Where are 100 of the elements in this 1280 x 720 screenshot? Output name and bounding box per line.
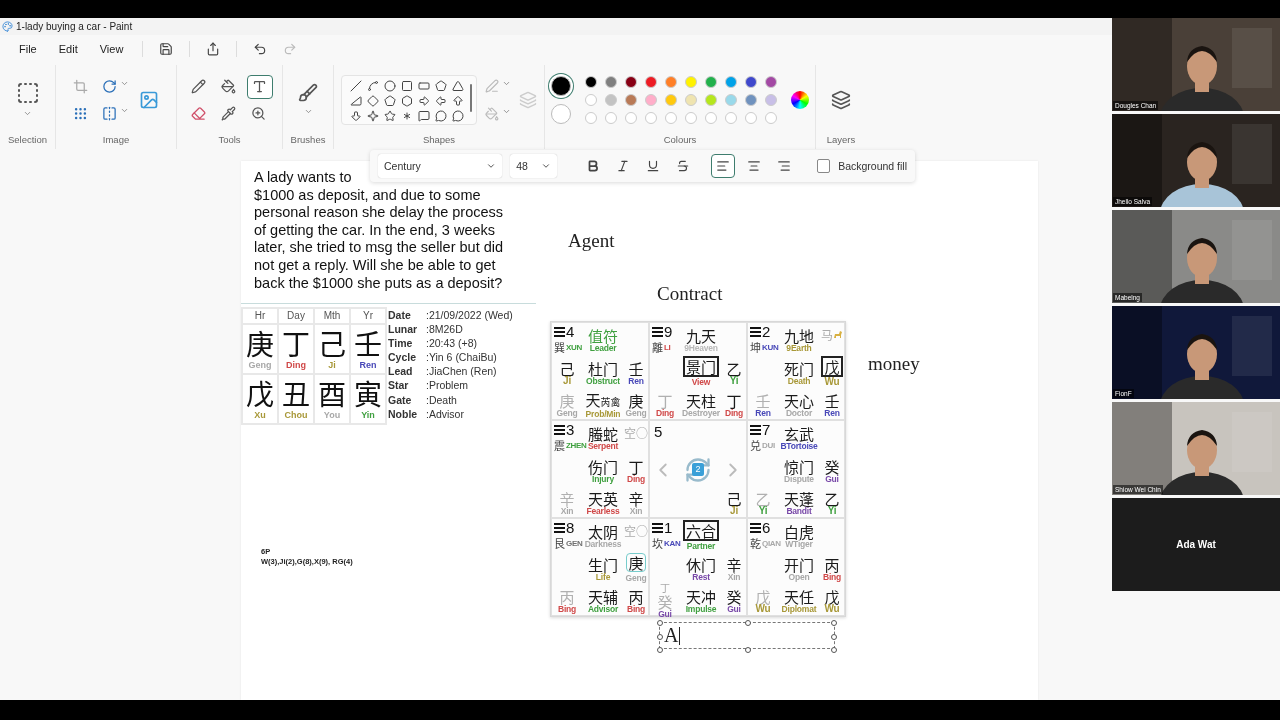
colour-swatch[interactable]	[645, 93, 657, 106]
chart-char: 丙	[824, 555, 840, 573]
chart-label: Open	[788, 572, 810, 581]
curve-icon[interactable]	[367, 79, 379, 92]
current-colour[interactable]	[551, 75, 571, 96]
colour-swatch[interactable]	[605, 75, 617, 88]
chart-label: Doctor	[785, 408, 813, 417]
arrow-left-icon[interactable]	[435, 94, 447, 107]
colour-swatch[interactable]	[605, 93, 617, 106]
arrow-up-icon[interactable]	[452, 94, 464, 107]
colour-swatch[interactable]	[745, 75, 757, 88]
chart-label: Death	[787, 376, 811, 385]
chart-label: Gui	[658, 609, 672, 618]
chart-label: Gui	[825, 474, 839, 483]
chart-char: 六合	[685, 521, 717, 539]
chart-char: 丁	[726, 391, 742, 409]
menu-item[interactable]: Edit	[49, 40, 87, 58]
checkbox[interactable]	[817, 159, 831, 173]
chart-label: Rest	[692, 572, 710, 581]
brush-icon[interactable]	[298, 83, 318, 103]
colour-swatch[interactable]	[685, 93, 697, 106]
chart-label: Yi	[729, 376, 739, 385]
window-title: 1-lady buying a car - Paint	[16, 21, 133, 32]
empty-swatch[interactable]	[625, 111, 637, 124]
flip-icon[interactable]	[102, 105, 117, 121]
colour-swatch[interactable]	[685, 75, 697, 88]
empty-swatch[interactable]	[685, 111, 697, 124]
chart-label: Impulse	[685, 604, 717, 613]
colour-swatch[interactable]	[625, 93, 637, 106]
colour-swatch[interactable]	[725, 93, 737, 106]
polygon-icon[interactable]	[435, 79, 447, 92]
arrow-right-icon[interactable]	[418, 94, 430, 107]
chart-char: 己	[725, 489, 743, 507]
diamond-icon[interactable]	[367, 94, 379, 107]
chart-label: Yi	[758, 506, 768, 515]
empty-swatch[interactable]	[605, 111, 617, 124]
rectangle-icon[interactable]	[401, 79, 413, 92]
trigram-label: KAN	[664, 538, 681, 548]
layers-icon[interactable]	[831, 89, 851, 110]
text-tool-icon[interactable]	[246, 74, 273, 99]
colour-swatch[interactable]	[705, 93, 717, 106]
chart-char: 庚	[627, 554, 645, 571]
image-icon[interactable]	[139, 89, 159, 110]
chart-char: 惊门	[783, 457, 815, 475]
colour-swatch[interactable]	[745, 93, 757, 106]
pentagon-icon[interactable]	[384, 94, 396, 107]
info-value: :JiaChen (Ren)	[426, 364, 498, 379]
colour-swatch[interactable]	[765, 75, 777, 88]
chart-label: Bing	[822, 572, 842, 581]
void-mark: 空○	[624, 522, 648, 539]
chart-char: 壬	[627, 359, 645, 377]
triangle-icon[interactable]	[452, 79, 464, 92]
empty-swatch[interactable]	[645, 111, 657, 124]
colour-swatch[interactable]	[725, 75, 737, 88]
empty-swatch[interactable]	[765, 111, 777, 124]
star-icon[interactable]	[384, 109, 396, 122]
chart-char: 壬	[823, 391, 841, 409]
chart-char: 癸	[656, 592, 674, 610]
empty-swatch[interactable]	[725, 111, 737, 124]
chart-label: Ding	[626, 474, 646, 483]
colour-swatch[interactable]	[665, 75, 677, 88]
trigram-char: 巽	[554, 339, 565, 355]
empty-swatch[interactable]	[745, 111, 757, 124]
align-left-icon[interactable]	[711, 154, 736, 178]
arrow-down-icon[interactable]	[350, 109, 362, 122]
colour-swatch[interactable]	[665, 93, 677, 106]
speech-bubble-icon[interactable]	[435, 109, 447, 122]
colour-swatch[interactable]	[625, 75, 637, 88]
empty-swatch[interactable]	[665, 111, 677, 124]
four-point-star-icon[interactable]	[367, 109, 379, 122]
colour-wheel-icon[interactable]	[791, 90, 809, 109]
colour-swatch[interactable]	[645, 75, 657, 88]
menu-item[interactable]: View	[90, 40, 133, 58]
empty-swatch[interactable]	[705, 111, 717, 124]
colour-swatch[interactable]	[585, 75, 597, 88]
shapes-gallery[interactable]	[341, 74, 477, 125]
line-icon[interactable]	[350, 79, 362, 92]
speech-bubble-icon[interactable]	[418, 109, 430, 122]
empty-swatch[interactable]	[585, 111, 597, 124]
chart-label: Bing	[557, 604, 577, 613]
trigram-label: LI	[664, 342, 671, 352]
chart-char: 天辅	[587, 587, 618, 605]
size-dropdown[interactable]: 48	[510, 154, 557, 178]
speech-bubble-icon[interactable]	[452, 109, 464, 122]
right-triangle-icon[interactable]	[350, 94, 362, 107]
chart-label: Advisor	[587, 604, 619, 613]
hexagon-icon[interactable]	[401, 94, 413, 107]
menu-item[interactable]: File	[10, 40, 46, 58]
colour-swatch[interactable]	[585, 93, 597, 106]
colour-swatch[interactable]	[765, 93, 777, 106]
colour-swatch[interactable]	[705, 75, 717, 88]
selection-icon[interactable]	[15, 81, 40, 105]
info-label: Date	[388, 308, 412, 323]
chart-char: 螣蛇	[587, 425, 618, 442]
rounded-rectangle-icon[interactable]	[418, 79, 430, 92]
oval-icon[interactable]	[384, 79, 396, 92]
chart-label: Ji	[730, 506, 738, 515]
chart-label: Yi	[827, 506, 837, 515]
info-label: Star	[388, 378, 410, 393]
rotate-icon[interactable]	[102, 78, 117, 94]
